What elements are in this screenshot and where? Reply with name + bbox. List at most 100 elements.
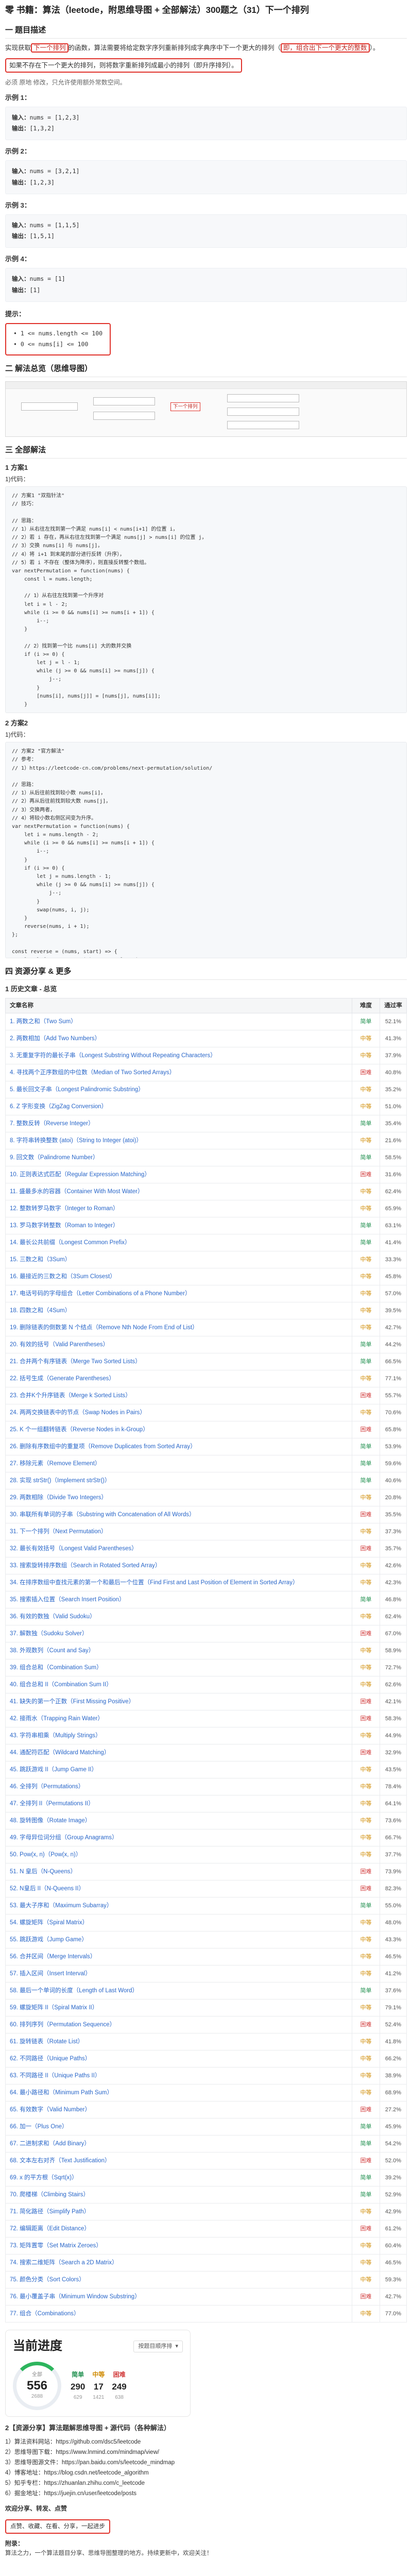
table-row[interactable]: 61. 旋转链表（Rotate List） 中等 41.8% — [5, 2033, 407, 2051]
article-link[interactable]: 14. 最长公共前缀（Longest Common Prefix） — [5, 1234, 352, 1252]
table-row[interactable]: 6. Z 字形变换（ZigZag Conversion） 中等 51.0% — [5, 1098, 407, 1116]
article-link[interactable]: 51. N 皇后（N-Queens） — [5, 1863, 352, 1881]
article-link[interactable]: 32. 最长有效括号（Longest Valid Parentheses） — [5, 1540, 352, 1558]
table-row[interactable]: 73. 矩阵置零（Set Matrix Zeroes） 中等 60.4% — [5, 2237, 407, 2255]
article-link[interactable]: 39. 组合总和（Combination Sum） — [5, 1659, 352, 1677]
article-link[interactable]: 46. 全排列（Permutations） — [5, 1778, 352, 1796]
article-link[interactable]: 34. 在排序数组中查找元素的第一个和最后一个位置（Find First and… — [5, 1574, 352, 1592]
table-row[interactable]: 23. 合并K个升序链表（Merge k Sorted Lists） 困难 55.7… — [5, 1387, 407, 1405]
table-row[interactable]: 4. 寻找两个正序数组的中位数（Median of Two Sorted Arr… — [5, 1064, 407, 1082]
article-link[interactable]: 2. 两数相加（Add Two Numbers） — [5, 1030, 352, 1048]
table-row[interactable]: 11. 盛最多水的容器（Container With Most Water） 中等… — [5, 1183, 407, 1201]
article-link[interactable]: 53. 最大子序和（Maximum Subarray） — [5, 1897, 352, 1915]
resource-link[interactable]: 1）算法资料网站：https://github.com/dsc5/leetcod… — [5, 2437, 407, 2447]
article-link[interactable]: 66. 加一（Plus One） — [5, 2118, 352, 2136]
table-row[interactable]: 60. 排列序列（Permutation Sequence） 困难 52.4% — [5, 2016, 407, 2034]
table-row[interactable]: 5. 最长回文子串（Longest Palindromic Substring）… — [5, 1081, 407, 1099]
article-link[interactable]: 70. 爬楼梯（Climbing Stairs） — [5, 2186, 352, 2204]
table-row[interactable]: 37. 解数独（Sudoku Solver） 困难 67.0% — [5, 1625, 407, 1643]
resource-link[interactable]: 6）掘金地址：https://juejin.cn/user/leetcode/p… — [5, 2488, 407, 2499]
table-row[interactable]: 57. 插入区间（Insert Interval） 中等 41.2% — [5, 1965, 407, 1983]
table-row[interactable]: 19. 删除链表的倒数第 N 个结点（Remove Nth Node From … — [5, 1319, 407, 1337]
table-row[interactable]: 47. 全排列 II（Permutations II） 中等 64.1% — [5, 1795, 407, 1813]
article-link[interactable]: 27. 移除元素（Remove Element） — [5, 1455, 352, 1473]
article-link[interactable]: 33. 搜索旋转排序数组（Search in Rotated Sorted Ar… — [5, 1557, 352, 1575]
article-link[interactable]: 3. 无重复字符的最长子串（Longest Substring Without … — [5, 1047, 352, 1065]
table-row[interactable]: 30. 串联所有单词的子串（Substring with Concatenati… — [5, 1506, 407, 1524]
article-link[interactable]: 6. Z 字形变换（ZigZag Conversion） — [5, 1098, 352, 1116]
table-row[interactable]: 44. 通配符匹配（Wildcard Matching） 困难 32.9% — [5, 1744, 407, 1762]
article-link[interactable]: 38. 外观数列（Count and Say） — [5, 1642, 352, 1660]
article-link[interactable]: 29. 两数相除（Divide Two Integers） — [5, 1489, 352, 1507]
table-row[interactable]: 17. 电话号码的字母组合（Letter Combinations of a P… — [5, 1285, 407, 1303]
article-link[interactable]: 61. 旋转链表（Rotate List） — [5, 2033, 352, 2051]
article-link[interactable]: 16. 最接近的三数之和（3Sum Closest） — [5, 1268, 352, 1286]
article-link[interactable]: 47. 全排列 II（Permutations II） — [5, 1795, 352, 1813]
article-link[interactable]: 30. 串联所有单词的子串（Substring with Concatenati… — [5, 1506, 352, 1524]
solution-1-code[interactable]: // 方案1 "双指针法" // 技巧： // 思路： // 1）从右往左找到第… — [5, 486, 407, 714]
article-link[interactable]: 62. 不同路径（Unique Paths） — [5, 2050, 352, 2068]
table-row[interactable]: 39. 组合总和（Combination Sum） 中等 72.7% — [5, 1659, 407, 1677]
article-link[interactable]: 49. 字母异位词分组（Group Anagrams） — [5, 1829, 352, 1847]
table-row[interactable]: 21. 合并两个有序链表（Merge Two Sorted Lists） 简单 66… — [5, 1353, 407, 1371]
table-row[interactable]: 26. 删除有序数组中的重复项（Remove Duplicates from S… — [5, 1438, 407, 1456]
table-row[interactable]: 72. 编辑距离（Edit Distance） 困难 61.2% — [5, 2220, 407, 2238]
table-row[interactable]: 7. 整数反转（Reverse Integer） 简单 35.4% — [5, 1115, 407, 1133]
article-link[interactable]: 20. 有效的括号（Valid Parentheses） — [5, 1336, 352, 1354]
article-link[interactable]: 48. 旋转图像（Rotate Image） — [5, 1812, 352, 1830]
article-link[interactable]: 42. 接雨水（Trapping Rain Water） — [5, 1710, 352, 1728]
table-row[interactable]: 45. 跳跃游戏 II（Jump Game II） 中等 43.5% — [5, 1761, 407, 1779]
table-row[interactable]: 34. 在排序数组中查找元素的第一个和最后一个位置（Find First and… — [5, 1574, 407, 1592]
table-row[interactable]: 74. 搜索二维矩阵（Search a 2D Matrix） 中等 46.5% — [5, 2254, 407, 2272]
table-row[interactable]: 59. 螺旋矩阵 II（Spiral Matrix II） 中等 79.1% — [5, 1999, 407, 2017]
article-link[interactable]: 68. 文本左右对齐（Text Justification） — [5, 2152, 352, 2170]
table-row[interactable]: 64. 最小路径和（Minimum Path Sum） 中等 68.9% — [5, 2084, 407, 2102]
table-row[interactable]: 77. 组合（Combinations） 中等 77.0% — [5, 2305, 407, 2323]
table-row[interactable]: 50. Pow(x, n)（Pow(x, n)） 中等 37.7% — [5, 1846, 407, 1864]
article-link[interactable]: 7. 整数反转（Reverse Integer） — [5, 1115, 352, 1133]
article-link[interactable]: 59. 螺旋矩阵 II（Spiral Matrix II） — [5, 1999, 352, 2017]
article-link[interactable]: 25. K 个一组翻转链表（Reverse Nodes in k-Group） — [5, 1421, 352, 1439]
article-link[interactable]: 57. 插入区间（Insert Interval） — [5, 1965, 352, 1983]
table-row[interactable]: 41. 缺失的第一个正数（First Missing Positive） 困难 42… — [5, 1693, 407, 1711]
table-row[interactable]: 55. 跳跃游戏（Jump Game） 中等 43.3% — [5, 1931, 407, 1949]
article-link[interactable]: 23. 合并K个升序链表（Merge k Sorted Lists） — [5, 1387, 352, 1405]
table-row[interactable]: 20. 有效的括号（Valid Parentheses） 简单 44.2% — [5, 1336, 407, 1354]
resource-link[interactable]: 2）思维导图下载：https://www.lnmind.com/mindmap/… — [5, 2447, 407, 2458]
table-row[interactable]: 3. 无重复字符的最长子串（Longest Substring Without … — [5, 1047, 407, 1065]
table-row[interactable]: 53. 最大子序和（Maximum Subarray） 简单 55.0% — [5, 1897, 407, 1915]
article-link[interactable]: 69. x 的平方根（Sqrt(x)） — [5, 2169, 352, 2187]
table-row[interactable]: 70. 爬楼梯（Climbing Stairs） 简单 52.9% — [5, 2186, 407, 2204]
table-row[interactable]: 76. 最小覆盖子串（Minimum Window Substring） 困难 42… — [5, 2288, 407, 2306]
table-row[interactable]: 15. 三数之和（3Sum） 中等 33.3% — [5, 1251, 407, 1269]
article-link[interactable]: 71. 简化路径（Simplify Path） — [5, 2203, 352, 2221]
article-link[interactable]: 15. 三数之和（3Sum） — [5, 1251, 352, 1269]
article-link[interactable]: 65. 有效数字（Valid Number） — [5, 2101, 352, 2119]
article-link[interactable]: 64. 最小路径和（Minimum Path Sum） — [5, 2084, 352, 2102]
table-row[interactable]: 52. N皇后 II（N-Queens II） 困难 82.3% — [5, 1880, 407, 1898]
table-row[interactable]: 27. 移除元素（Remove Element） 简单 59.6% — [5, 1455, 407, 1473]
article-link[interactable]: 9. 回文数（Palindrome Number） — [5, 1149, 352, 1167]
table-row[interactable]: 71. 简化路径（Simplify Path） 中等 42.9% — [5, 2203, 407, 2221]
article-link[interactable]: 77. 组合（Combinations） — [5, 2305, 352, 2323]
article-link[interactable]: 21. 合并两个有序链表（Merge Two Sorted Lists） — [5, 1353, 352, 1371]
article-link[interactable]: 41. 缺失的第一个正数（First Missing Positive） — [5, 1693, 352, 1711]
article-link[interactable]: 10. 正则表达式匹配（Regular Expression Matching） — [5, 1166, 352, 1184]
article-link[interactable]: 56. 合并区间（Merge Intervals） — [5, 1948, 352, 1966]
table-row[interactable]: 36. 有效的数独（Valid Sudoku） 中等 62.4% — [5, 1608, 407, 1626]
table-row[interactable]: 49. 字母异位词分组（Group Anagrams） 中等 66.7% — [5, 1829, 407, 1847]
article-link[interactable]: 54. 螺旋矩阵（Spiral Matrix） — [5, 1914, 352, 1932]
table-row[interactable]: 66. 加一（Plus One） 简单 45.9% — [5, 2118, 407, 2136]
table-row[interactable]: 58. 最后一个单词的长度（Length of Last Word） 简单 37.6… — [5, 1982, 407, 2000]
article-link[interactable]: 18. 四数之和（4Sum） — [5, 1302, 352, 1320]
sort-dropdown[interactable]: 按题目顺序排 ▾ — [133, 2340, 183, 2353]
article-link[interactable]: 4. 寻找两个正序数组的中位数（Median of Two Sorted Arr… — [5, 1064, 352, 1082]
solution-2-code[interactable]: // 方案2 "官方解法" // 参考： // 1）https://leetco… — [5, 742, 407, 959]
table-row[interactable]: 1. 两数之和（Two Sum） 简单 52.1% — [5, 1013, 407, 1031]
article-link[interactable]: 11. 盛最多水的容器（Container With Most Water） — [5, 1183, 352, 1201]
table-row[interactable]: 28. 实现 strStr()（Implement strStr()） 简单 40.… — [5, 1472, 407, 1490]
table-row[interactable]: 14. 最长公共前缀（Longest Common Prefix） 简单 41.4% — [5, 1234, 407, 1252]
article-link[interactable]: 40. 组合总和 II（Combination Sum II） — [5, 1676, 352, 1694]
article-link[interactable]: 37. 解数独（Sudoku Solver） — [5, 1625, 352, 1643]
table-row[interactable]: 67. 二进制求和（Add Binary） 简单 54.2% — [5, 2135, 407, 2153]
